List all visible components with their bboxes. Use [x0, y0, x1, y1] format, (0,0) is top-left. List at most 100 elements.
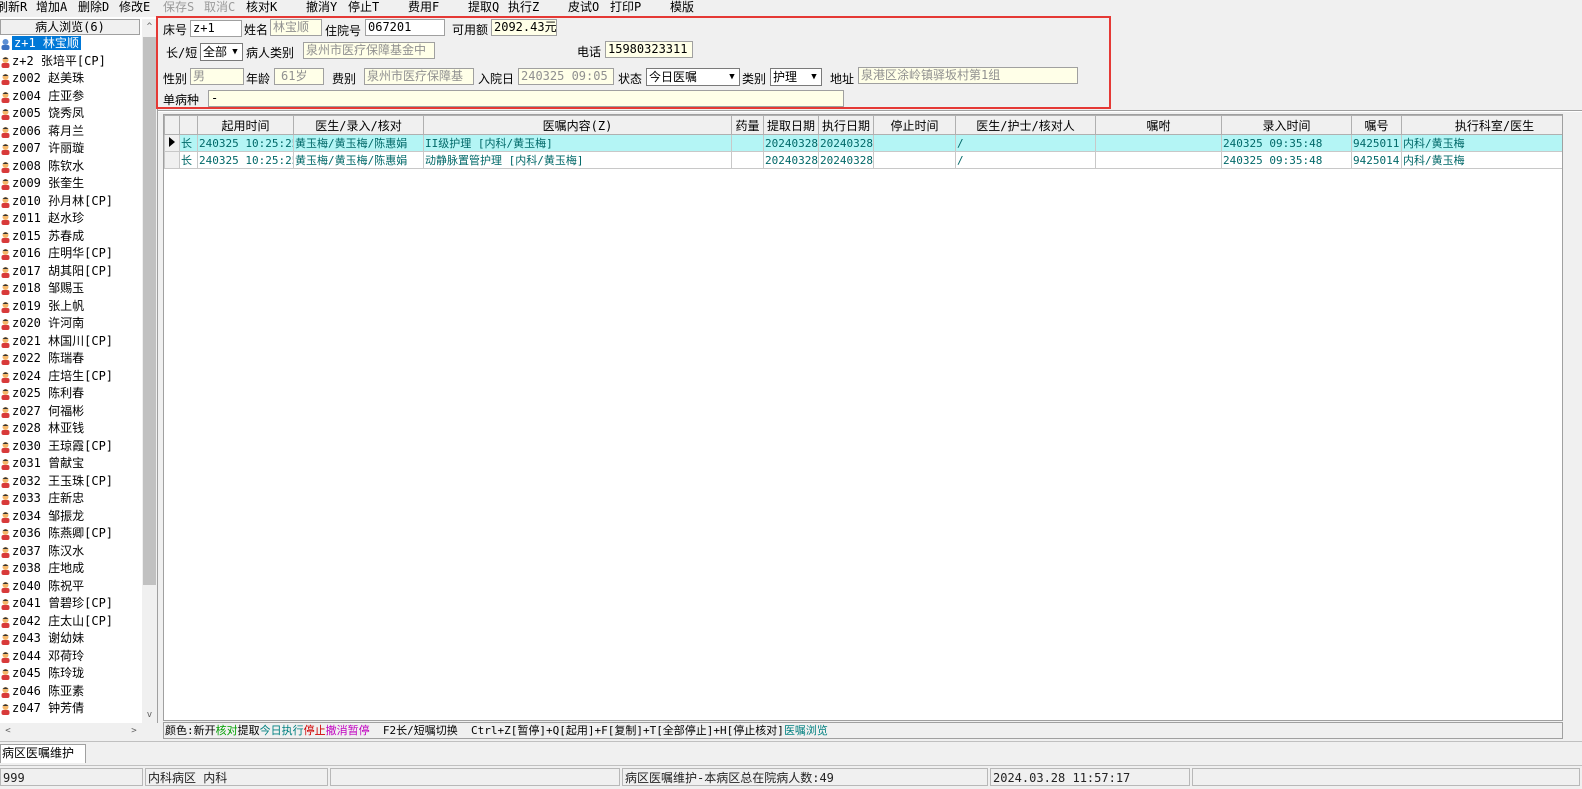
col-exec-date-header[interactable]: 执行日期	[818, 115, 874, 135]
patient-list-item[interactable]: z034 邹振龙	[0, 508, 142, 526]
patient-list-item[interactable]: z004 庄亚参	[0, 88, 142, 106]
cell-doctor[interactable]: 黄玉梅/黄玉梅/陈惠娟	[293, 151, 424, 169]
admit-date-field[interactable]: 240325 09:05	[518, 68, 614, 85]
patient-list-item[interactable]: z021 林国川[CP]	[0, 333, 142, 351]
cell-entry-time[interactable]: 240325 09:35:48	[1221, 134, 1352, 152]
patient-list-item[interactable]: z002 赵美珠	[0, 70, 142, 88]
patient-list-item[interactable]: z045 陈玲珑	[0, 665, 142, 683]
patient-list-item[interactable]: z024 庄培生[CP]	[0, 368, 142, 386]
cell-exec-dept[interactable]: 内科/黄玉梅	[1401, 151, 1562, 169]
toolbar-fee-button[interactable]: 费用F	[408, 0, 448, 17]
col-stop-by-header[interactable]: 医生/护士/核对人	[955, 115, 1096, 135]
cell-type[interactable]: 长	[179, 151, 198, 169]
patient-list-item[interactable]: z047 钟芳倩	[0, 700, 142, 718]
toolbar-template-button[interactable]: 模版	[670, 0, 710, 17]
col-note-header[interactable]: 嘱咐	[1095, 115, 1222, 135]
cell-exec-date[interactable]: 20240328	[818, 151, 874, 169]
cell-exec-dept[interactable]: 内科/黄玉梅	[1401, 134, 1562, 152]
patient-list-hscrollbar[interactable]: < >	[0, 723, 158, 739]
patient-list-item[interactable]: z018 邹赐玉	[0, 280, 142, 298]
cell-type[interactable]: 长	[179, 134, 198, 152]
col-entry-time-header[interactable]: 录入时间	[1221, 115, 1352, 135]
cell-order-no[interactable]: 9425011	[1351, 134, 1402, 152]
phone-field[interactable]: 15980323311	[605, 41, 693, 58]
cell-fetch-date[interactable]: 20240328	[763, 134, 819, 152]
patient-list-item[interactable]: z042 庄太山[CP]	[0, 613, 142, 631]
col-order-no-header[interactable]: 嘱号	[1351, 115, 1402, 135]
patient-list-item[interactable]: z011 赵水珍	[0, 210, 142, 228]
legend-browse-link[interactable]: 医嘱浏览	[784, 724, 828, 737]
col-start-time-header[interactable]: 起用时间	[197, 115, 294, 135]
order-term-select[interactable]: 全部 ▼	[200, 43, 243, 61]
toolbar-add-button[interactable]: 增加A	[36, 0, 76, 17]
cell-order-no[interactable]: 9425014	[1351, 151, 1402, 169]
toolbar-skin-test-button[interactable]: 皮试O	[568, 0, 608, 17]
scroll-thumb[interactable]	[143, 37, 156, 585]
toolbar-edit-button[interactable]: 修改E	[119, 0, 161, 17]
patient-list[interactable]: z+1 林宝顺 z+2 张培平[CP] z002 赵美珠 z004 庄亚参 z005 饶…	[0, 35, 142, 723]
patient-list-item[interactable]: z037 陈汉水	[0, 543, 142, 561]
gender-field[interactable]: 男	[190, 68, 244, 85]
col-exec-dept-header[interactable]: 执行科室/医生	[1401, 115, 1562, 135]
cell-stop-time[interactable]	[873, 134, 956, 152]
cell-exec-date[interactable]: 20240328	[818, 134, 874, 152]
cell-stop-by[interactable]: /	[955, 134, 1096, 152]
cell-entry-time[interactable]: 240325 09:35:48	[1221, 151, 1352, 169]
patient-list-item[interactable]: z038 庄地成	[0, 560, 142, 578]
toolbar-extract-button[interactable]: 提取Q	[468, 0, 508, 17]
patient-list-item[interactable]: z036 陈燕卿[CP]	[0, 525, 142, 543]
inpatient-no-field[interactable]: 067201	[365, 19, 445, 36]
patient-list-item[interactable]: z030 王琼霞[CP]	[0, 438, 142, 456]
category-select[interactable]: 护理 ▼	[770, 68, 822, 86]
bed-field[interactable]: z+1	[190, 20, 242, 37]
patient-list-item[interactable]: z040 陈祝平	[0, 578, 142, 596]
order-row[interactable]: 长 240325 10:25:25 黄玉梅/黄玉梅/陈惠娟 动静脉置管护理 [内科/黄…	[164, 151, 1562, 169]
patient-type-field[interactable]: 泉州市医疗保障基金中	[303, 42, 435, 59]
col-stop-time-header[interactable]: 停止时间	[873, 115, 956, 135]
patient-list-item[interactable]: z007 许丽璇	[0, 140, 142, 158]
cell-start[interactable]: 240325 10:25:25	[197, 134, 294, 152]
patient-list-item[interactable]: z008 陈钦水	[0, 158, 142, 176]
toolbar-save-button[interactable]: 保存S	[163, 0, 203, 17]
address-field[interactable]: 泉港区涂岭镇驿坂村第1组	[858, 67, 1078, 84]
toolbar-delete-button[interactable]: 删除D	[78, 0, 118, 17]
scroll-right-icon[interactable]: >	[126, 723, 142, 739]
cell-start[interactable]: 240325 10:25:25	[197, 151, 294, 169]
patient-list-item[interactable]: z025 陈利春	[0, 385, 142, 403]
col-fetch-date-header[interactable]: 提取日期	[763, 115, 819, 135]
patient-list-item[interactable]: z006 蒋月兰	[0, 123, 142, 141]
patient-list-item[interactable]: z028 林亚钱	[0, 420, 142, 438]
cell-doctor[interactable]: 黄玉梅/黄玉梅/陈惠娟	[293, 134, 424, 152]
scroll-left-icon[interactable]: <	[0, 723, 16, 739]
patient-list-item[interactable]: z027 何福彬	[0, 403, 142, 421]
toolbar-undo-button[interactable]: 撤消Y	[306, 0, 346, 17]
disease-field[interactable]: -	[208, 90, 844, 107]
patient-list-vscrollbar[interactable]: ^ v	[142, 19, 157, 723]
patient-list-item[interactable]: z005 饶秀凤	[0, 105, 142, 123]
tab-order-maintenance[interactable]: 病区医嘱维护	[0, 744, 86, 763]
age-field[interactable]: 61岁	[274, 68, 324, 85]
toolbar-cancel-button[interactable]: 取消C	[204, 0, 244, 17]
scroll-down-icon[interactable]: v	[142, 707, 157, 723]
cell-note[interactable]	[1095, 151, 1222, 169]
status-select[interactable]: 今日医嘱 ▼	[646, 68, 740, 86]
name-field[interactable]: 林宝顺	[270, 19, 322, 36]
cell-note[interactable]	[1095, 134, 1222, 152]
col-content-header[interactable]: 医嘱内容(Z)	[423, 115, 732, 135]
toolbar-stop-button[interactable]: 停止T	[348, 0, 388, 17]
patient-list-item[interactable]: z016 庄明华[CP]	[0, 245, 142, 263]
dropdown-arrow-icon[interactable]: ▼	[725, 69, 739, 85]
patient-list-item[interactable]: z009 张奎生	[0, 175, 142, 193]
fee-type-field[interactable]: 泉州市医疗保障基	[364, 68, 474, 85]
toolbar-print-button[interactable]: 打印P	[610, 0, 650, 17]
scroll-up-icon[interactable]: ^	[142, 19, 157, 35]
cell-dose[interactable]	[731, 134, 764, 152]
patient-list-item[interactable]: z041 曾碧珍[CP]	[0, 595, 142, 613]
patient-list-item[interactable]: z+2 张培平[CP]	[0, 53, 142, 71]
toolbar-refresh-button[interactable]: 刷新R	[0, 0, 36, 17]
dropdown-arrow-icon[interactable]: ▼	[807, 69, 821, 85]
cell-content[interactable]: 动静脉置管护理 [内科/黄玉梅]	[423, 151, 732, 169]
col-doctor-header[interactable]: 医生/录入/核对	[293, 115, 424, 135]
orders-grid[interactable]: 起用时间 医生/录入/核对 医嘱内容(Z) 药量 提取日期 执行日期 停止时间 医生/护士/核…	[163, 114, 1563, 721]
cell-content[interactable]: II级护理 [内科/黄玉梅]	[423, 134, 732, 152]
